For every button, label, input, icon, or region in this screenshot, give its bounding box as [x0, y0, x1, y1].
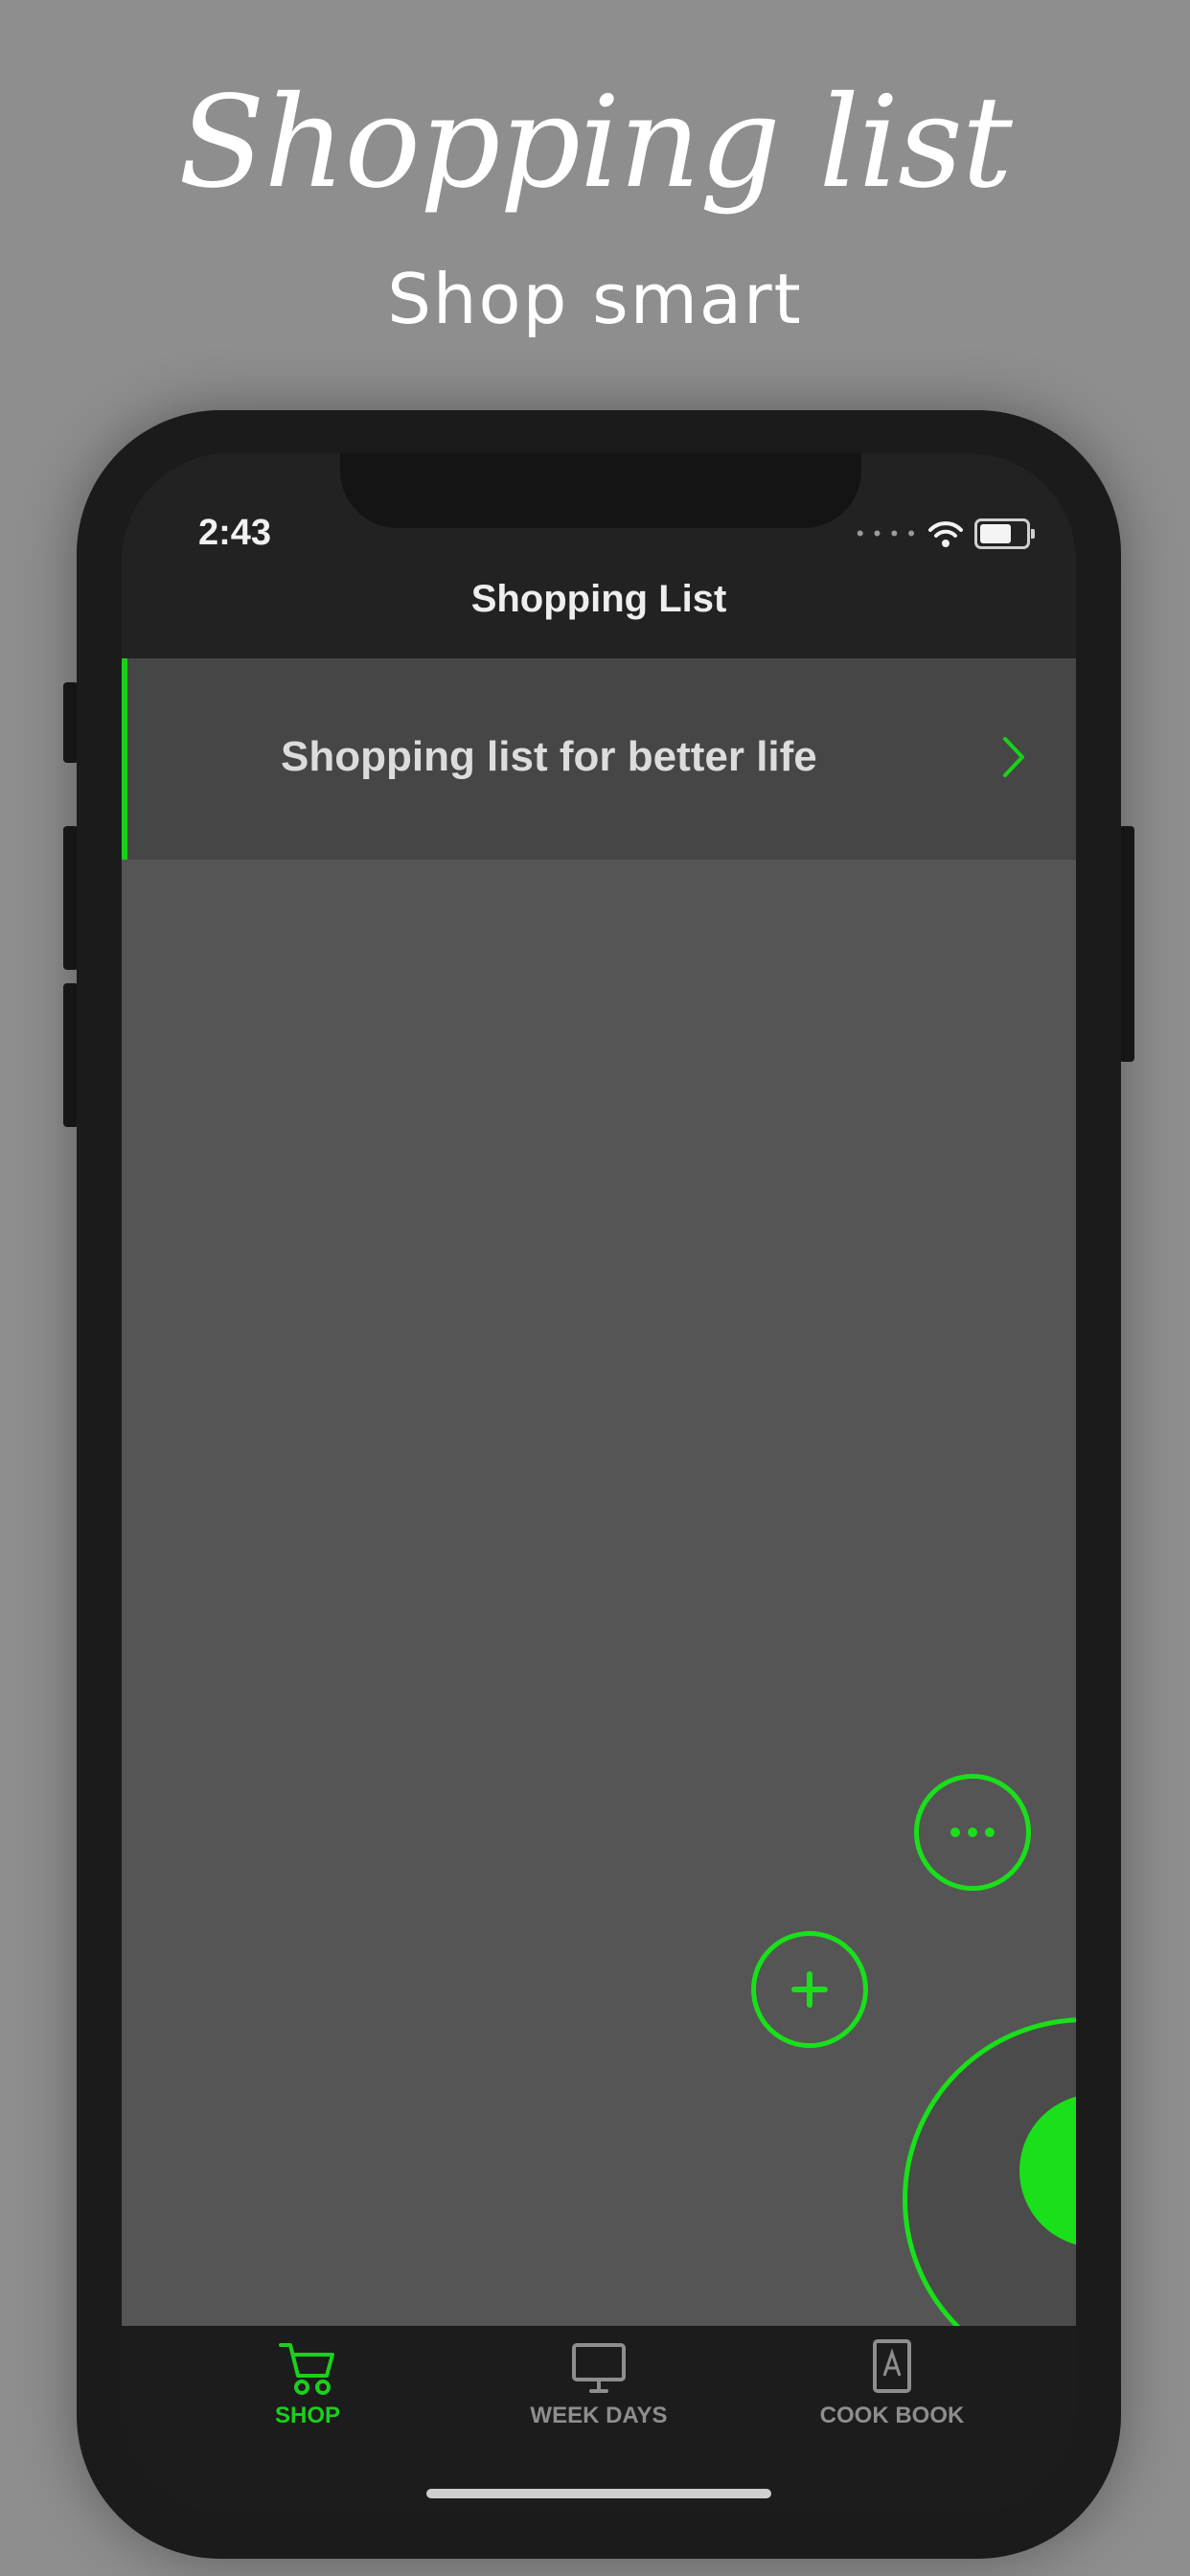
- phone-screen: 2:43 • • • • Shopping List Shopping list…: [122, 453, 1076, 2514]
- nav-title: Shopping List: [470, 578, 727, 620]
- add-button[interactable]: [751, 1931, 868, 2048]
- power-button: [1119, 826, 1134, 1062]
- list-content: Shopping list for better life: [122, 658, 1076, 2326]
- status-icons: • • • •: [856, 518, 1035, 549]
- hero-subtitle: Shop smart: [387, 259, 803, 339]
- cart-icon: [279, 2343, 334, 2395]
- battery-icon: [974, 518, 1035, 549]
- signal-icon: • • • •: [856, 521, 917, 545]
- more-options-button[interactable]: [914, 1774, 1031, 1891]
- tab-week-days-label: WEEK DAYS: [530, 2403, 668, 2428]
- more-horizontal-icon: [950, 1828, 995, 1837]
- wifi-icon: [928, 521, 963, 547]
- chevron-right-icon: [1003, 737, 1024, 777]
- tab-cook-book[interactable]: COOK BOOK: [796, 2337, 988, 2429]
- tab-shop-label: SHOP: [274, 2403, 340, 2428]
- notch: [340, 453, 861, 528]
- shopping-list-row[interactable]: Shopping list for better life: [122, 658, 1076, 860]
- tab-cook-book-label: COOK BOOK: [819, 2403, 965, 2428]
- tab-shop[interactable]: SHOP: [212, 2337, 403, 2429]
- book-icon: [873, 2339, 911, 2393]
- home-indicator[interactable]: [426, 2489, 771, 2498]
- plus-icon: [791, 1971, 828, 2008]
- phone-frame: 2:43 • • • • Shopping List Shopping list…: [77, 410, 1121, 2559]
- monitor-icon: [572, 2343, 626, 2393]
- tab-week-days[interactable]: WEEK DAYS: [503, 2337, 695, 2429]
- list-item-label: Shopping list for better life: [281, 733, 817, 780]
- tab-bar: SHOP WEEK DAYS COOK BOOK: [122, 2326, 1076, 2514]
- hero-title: Shopping list: [178, 69, 1013, 217]
- status-time: 2:43: [198, 513, 272, 553]
